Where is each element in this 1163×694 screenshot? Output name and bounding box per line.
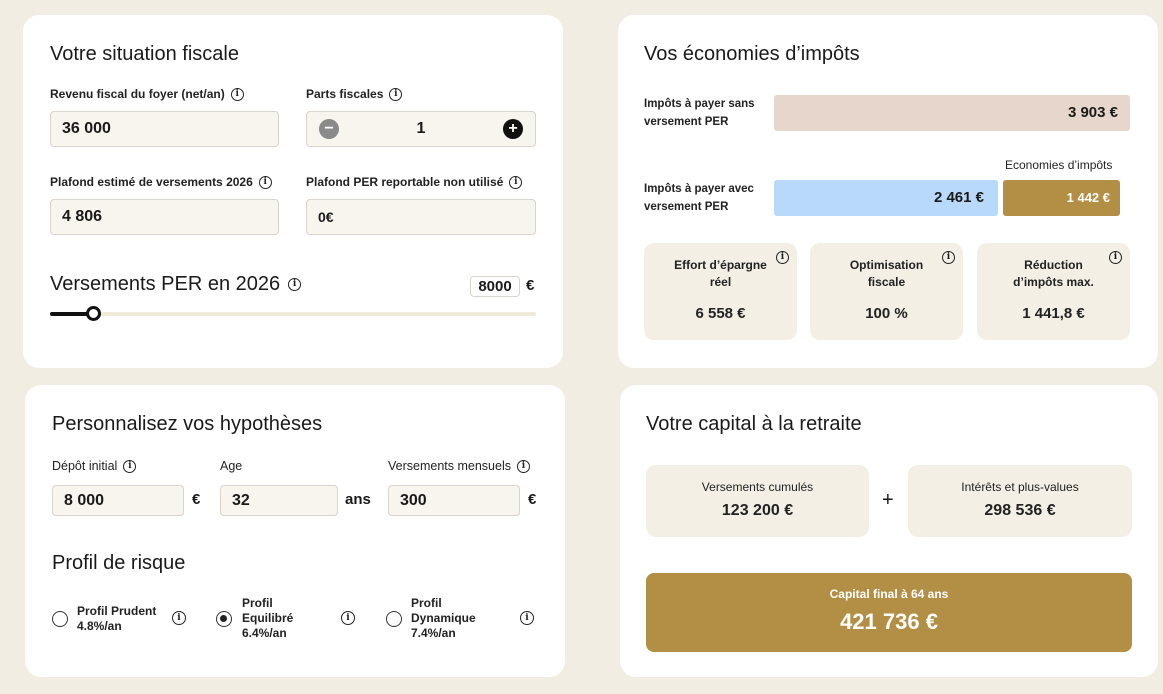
mensuels-unit: € (528, 491, 537, 508)
capital-card: Votre capital à la retraite Versements c… (620, 385, 1158, 677)
revenu-input[interactable]: 36 000 (50, 111, 279, 147)
info-icon[interactable]: i (123, 459, 137, 473)
age-label: Age (220, 459, 243, 473)
tile-value: 100 % (865, 305, 908, 322)
cumules-value: 123 200 € (721, 502, 794, 519)
reportable-input[interactable]: 0€ (306, 199, 536, 235)
info-icon[interactable]: i (509, 175, 523, 189)
info-icon[interactable]: i (520, 611, 534, 625)
tile-reduction: i Réduction d’impôts max. 1 441,8 € (977, 243, 1130, 340)
profil-label: Profil Equilibré 6.4%/an (242, 596, 294, 640)
avec-per-label: Impôts à payer avec versement PER (644, 183, 754, 213)
plafond-input[interactable]: 4 806 (50, 199, 279, 235)
card-title: Vos économies d’impôts (644, 43, 860, 65)
situation-fiscale-card: Votre situation fiscale Revenu fiscal du… (23, 15, 563, 368)
card-title: Personnalisez vos hypothèses (52, 413, 323, 435)
slider-thumb[interactable] (86, 306, 101, 321)
age-unit: ans (345, 491, 371, 508)
info-icon[interactable]: i (230, 87, 244, 101)
radio-button[interactable] (52, 611, 68, 627)
info-icon[interactable]: i (776, 251, 789, 264)
parts-value: 1 (416, 120, 426, 137)
slider-track (50, 312, 536, 316)
card-title: Votre situation fiscale (50, 43, 239, 65)
sans-per-bar: 3 903 € (774, 95, 1130, 131)
info-icon[interactable]: i (258, 175, 272, 189)
sans-per-value: 3 903 € (1067, 104, 1118, 121)
parts-stepper[interactable]: − 1 + (306, 111, 536, 147)
economies-header: Economies d’impôts (1005, 158, 1113, 172)
hypotheses-card: Personnalisez vos hypothèses Dépôt initi… (25, 385, 565, 677)
versements-slider[interactable] (50, 306, 536, 321)
info-icon[interactable]: i (172, 611, 186, 625)
avec-per-bar: 2 461 € (774, 180, 998, 216)
tile-value: 6 558 € (695, 305, 746, 322)
avec-per-value: 2 461 € (933, 189, 984, 206)
economie-bar: 1 442 € (1003, 180, 1120, 216)
economies-card: Vos économies d’impôts Impôts à payer sa… (618, 15, 1158, 368)
info-icon[interactable]: i (288, 278, 302, 291)
capital-final-value: 421 736 € (840, 609, 938, 634)
capital-final-box: Capital final à 64 ans 421 736 € (646, 573, 1132, 652)
sans-per-label: Impôts à payer sans versement PER (644, 98, 755, 128)
mensuels-input[interactable]: 300 (388, 485, 520, 516)
profil-label: Profil Dynamique 7.4%/an (411, 596, 476, 640)
depot-unit: € (192, 491, 201, 508)
plafond-label: Plafond estimé de versements 2026 i (50, 175, 272, 189)
info-icon[interactable]: i (516, 459, 530, 473)
tile-cumules: Versements cumulés 123 200 € (646, 465, 869, 537)
profil-label: Profil Prudent 4.8%/an (77, 604, 157, 633)
info-icon[interactable]: i (341, 611, 355, 625)
depot-label: Dépôt initial i (52, 459, 137, 473)
plus-sign: + (882, 489, 894, 511)
tile-value: 1 441,8 € (1022, 305, 1085, 322)
radio-button[interactable] (216, 611, 232, 627)
age-input[interactable]: 32 (220, 485, 338, 516)
revenu-label: Revenu fiscal du foyer (net/an) i (50, 87, 244, 101)
info-icon[interactable]: i (389, 87, 403, 101)
depot-input[interactable]: 8 000 (52, 485, 184, 516)
radio-button[interactable] (386, 611, 402, 627)
info-icon[interactable]: i (942, 251, 955, 264)
mensuels-label: Versements mensuels i (388, 459, 530, 473)
versements-label: Versements PER en 2026 i (50, 273, 302, 296)
capital-final-label: Capital final à 64 ans (829, 587, 949, 601)
tile-interets: Intérêts et plus-values 298 536 € (908, 465, 1132, 537)
reportable-label: Plafond PER reportable non utilisé i (306, 175, 523, 189)
interets-value: 298 536 € (984, 502, 1056, 519)
info-icon[interactable]: i (1109, 251, 1122, 264)
profil-title: Profil de risque (52, 552, 186, 574)
plus-icon[interactable]: + (503, 119, 523, 139)
tile-optimisation: i Optimisation fiscale 100 % (810, 243, 963, 340)
versements-input[interactable]: 8000 (470, 276, 520, 297)
parts-label: Parts fiscales i (306, 87, 403, 101)
versements-unit: € (526, 277, 535, 294)
card-title: Votre capital à la retraite (646, 413, 862, 435)
economie-value: 1 442 € (1066, 190, 1110, 205)
tile-effort: i Effort d’épargne réel 6 558 € (644, 243, 797, 340)
